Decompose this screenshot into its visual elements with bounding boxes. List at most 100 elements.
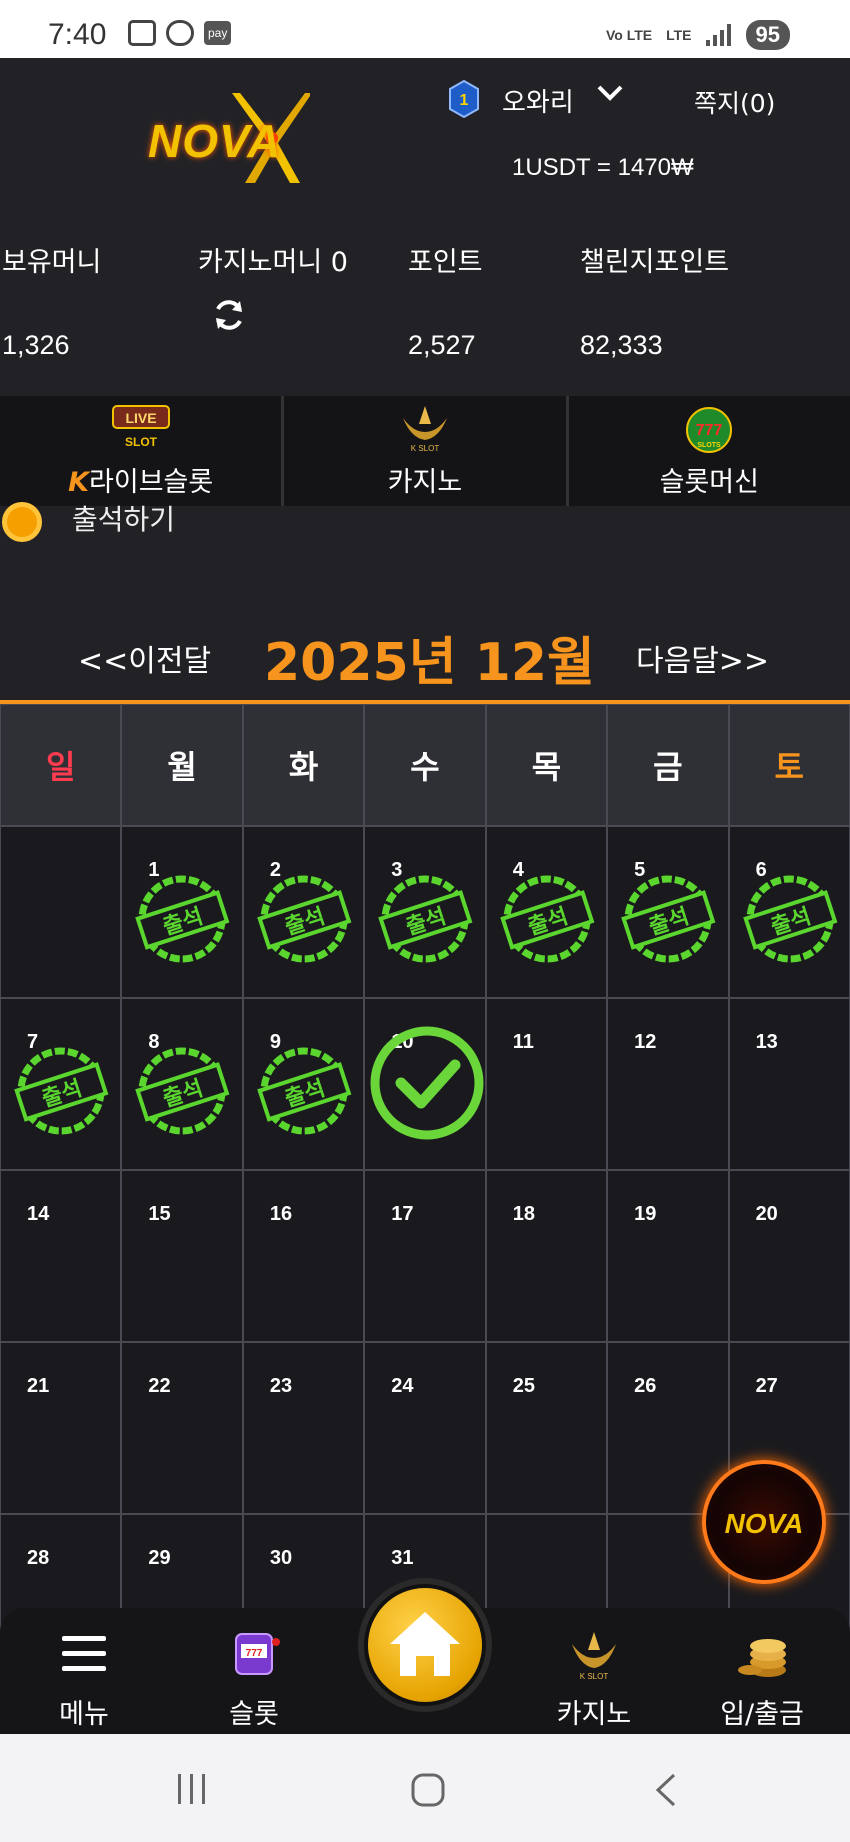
day-number: 28: [27, 1547, 50, 1569]
balance-value-points: 2,527: [408, 330, 476, 360]
svg-text:SLOTS: SLOTS: [698, 442, 722, 449]
hamburger-menu-icon: [62, 1636, 106, 1671]
calendar-day-12[interactable]: 12: [607, 998, 729, 1170]
status-time: 7:40: [48, 18, 107, 51]
battery-indicator: 95: [745, 20, 790, 50]
calendar-day-7[interactable]: 7 출석: [0, 998, 122, 1170]
weekday-4: 목: [485, 704, 608, 826]
balance-value-money: 1,326: [2, 330, 70, 360]
calendar-day-14[interactable]: 14: [0, 1170, 122, 1342]
calendar-day-25[interactable]: 25: [485, 1342, 608, 1514]
attendance-stamp-icon: 출석: [621, 875, 716, 963]
calendar-day-24[interactable]: 24: [364, 1342, 486, 1514]
balance-label-challenge: 챌린지포인트: [580, 247, 730, 278]
day-number: 21: [27, 1375, 50, 1397]
calendar-day-19[interactable]: 19: [607, 1170, 729, 1342]
day-number: 30: [269, 1547, 293, 1569]
home-icon: [390, 1612, 460, 1676]
current-month: 2025년 12월: [264, 633, 595, 693]
floating-nova-button[interactable]: NOVA: [702, 1460, 826, 1584]
day-number: 17: [391, 1203, 414, 1225]
day-number: 19: [634, 1203, 657, 1225]
category-tabs: LIVE SLOT K라이브슬롯 K SLOT 카지노 777 SLOTS 슬롯…: [0, 396, 850, 506]
nav-menu[interactable]: 메뉴: [24, 1626, 144, 1731]
calendar-day-2[interactable]: 2 출석: [242, 826, 365, 998]
day-number: 16: [269, 1203, 293, 1225]
home-button-face: [368, 1588, 482, 1702]
calendar-day-22[interactable]: 22: [121, 1342, 243, 1514]
day-number: 29: [148, 1547, 171, 1569]
calendar-day-21[interactable]: 21: [0, 1342, 122, 1514]
calendar-day-23[interactable]: 23: [242, 1342, 365, 1514]
app-header: NOVA 1 오와리 쪽지(0) 1USDT = 1470₩ 보유머니 카지노머…: [0, 58, 850, 396]
calendar-day-18[interactable]: 18: [485, 1170, 608, 1342]
nav-label-deposit-withdraw: 입/출금: [720, 1699, 804, 1730]
calendar-day-26[interactable]: 26: [607, 1342, 729, 1514]
nav-casino[interactable]: K SLOT 카지노: [534, 1626, 654, 1731]
attendance-stamp-icon: 출석: [135, 875, 230, 963]
nav-slot[interactable]: 777 슬롯: [194, 1626, 314, 1731]
tab-label-live-slot: K라이브슬롯: [68, 467, 214, 498]
svg-text:K SLOT: K SLOT: [411, 444, 440, 453]
day-number: 26: [634, 1375, 657, 1397]
calendar-day-11[interactable]: 11: [485, 998, 608, 1170]
svg-text:777: 777: [696, 422, 723, 439]
calendar-day-6[interactable]: 6 출석: [728, 826, 850, 998]
calendar-day-16[interactable]: 16: [242, 1170, 365, 1342]
calendar-day-13[interactable]: 13: [728, 998, 850, 1170]
back-icon[interactable]: [652, 1772, 680, 1817]
day-number: 20: [755, 1203, 778, 1225]
android-navigation-bar: [0, 1734, 850, 1842]
next-month-button[interactable]: 다음달>>: [636, 636, 769, 680]
attendance-dot-icon: [2, 502, 42, 542]
nav-deposit-withdraw[interactable]: 입/출금: [702, 1626, 822, 1731]
calendar-day-20[interactable]: 20: [728, 1170, 850, 1342]
calendar-day-10[interactable]: 10: [364, 998, 486, 1170]
recent-apps-icon[interactable]: [174, 1772, 210, 1815]
calendar-day-5[interactable]: 5 출석: [607, 826, 729, 998]
month-navigation: <<이전달 2025년 12월 다음달>>: [0, 600, 850, 700]
balance-value-challenge: 82,333: [580, 330, 663, 360]
tab-casino[interactable]: K SLOT 카지노: [284, 396, 569, 506]
exchange-rate: 1USDT = 1470₩: [512, 154, 694, 181]
day-number: 15: [148, 1203, 171, 1225]
day-number: 27: [755, 1375, 778, 1397]
svg-text:LIVE: LIVE: [125, 410, 156, 426]
tab-slot-machine[interactable]: 777 SLOTS 슬롯머신: [568, 396, 850, 506]
calendar-day-15[interactable]: 15: [121, 1170, 243, 1342]
home-nav-icon[interactable]: [410, 1772, 446, 1817]
attendance-stamp-icon: 출석: [257, 875, 352, 963]
k-slot-icon: K SLOT: [402, 406, 447, 453]
chevron-down-icon[interactable]: [596, 82, 624, 110]
tab-label-slot-machine: 슬롯머신: [659, 467, 759, 498]
svg-text:SLOT: SLOT: [125, 435, 158, 449]
weekday-3: 수: [364, 704, 486, 826]
attendance-title: 출석하기: [72, 503, 176, 536]
balance-label-points: 포인트: [408, 247, 483, 278]
nova-logo[interactable]: NOVA: [140, 88, 330, 188]
weekday-6: 토: [728, 704, 850, 826]
day-number: 25: [512, 1375, 535, 1397]
calendar-day-9[interactable]: 9 출석: [242, 998, 365, 1170]
tab-label-casino: 카지노: [387, 467, 463, 498]
refresh-icon[interactable]: [210, 296, 248, 334]
coffee-icon: [166, 20, 194, 46]
calendar-day-4[interactable]: 4 출석: [485, 826, 608, 998]
calendar-day-1[interactable]: 1 출석: [121, 826, 243, 998]
calendar-day-8[interactable]: 8 출석: [121, 998, 243, 1170]
k-badge-icon: K: [68, 467, 90, 498]
nav-label-casino: 카지노: [556, 1699, 632, 1730]
day-number: 24: [391, 1375, 414, 1397]
prev-month-button[interactable]: <<이전달: [78, 636, 211, 680]
username[interactable]: 오와리: [502, 82, 574, 119]
messages-link[interactable]: 쪽지(0): [694, 84, 775, 120]
logo-text: NOVA: [148, 115, 282, 167]
rank-badge-icon: 1: [449, 80, 479, 118]
home-button[interactable]: [358, 1578, 492, 1712]
calendar-day-17[interactable]: 17: [364, 1170, 486, 1342]
tab-live-slot[interactable]: LIVE SLOT K라이브슬롯: [0, 396, 285, 506]
777-slots-icon: 777 SLOTS: [686, 407, 733, 453]
weekday-2: 화: [242, 704, 365, 826]
calendar-weekday-header: 일월화수목금토: [0, 704, 850, 826]
calendar-day-3[interactable]: 3 출석: [364, 826, 486, 998]
